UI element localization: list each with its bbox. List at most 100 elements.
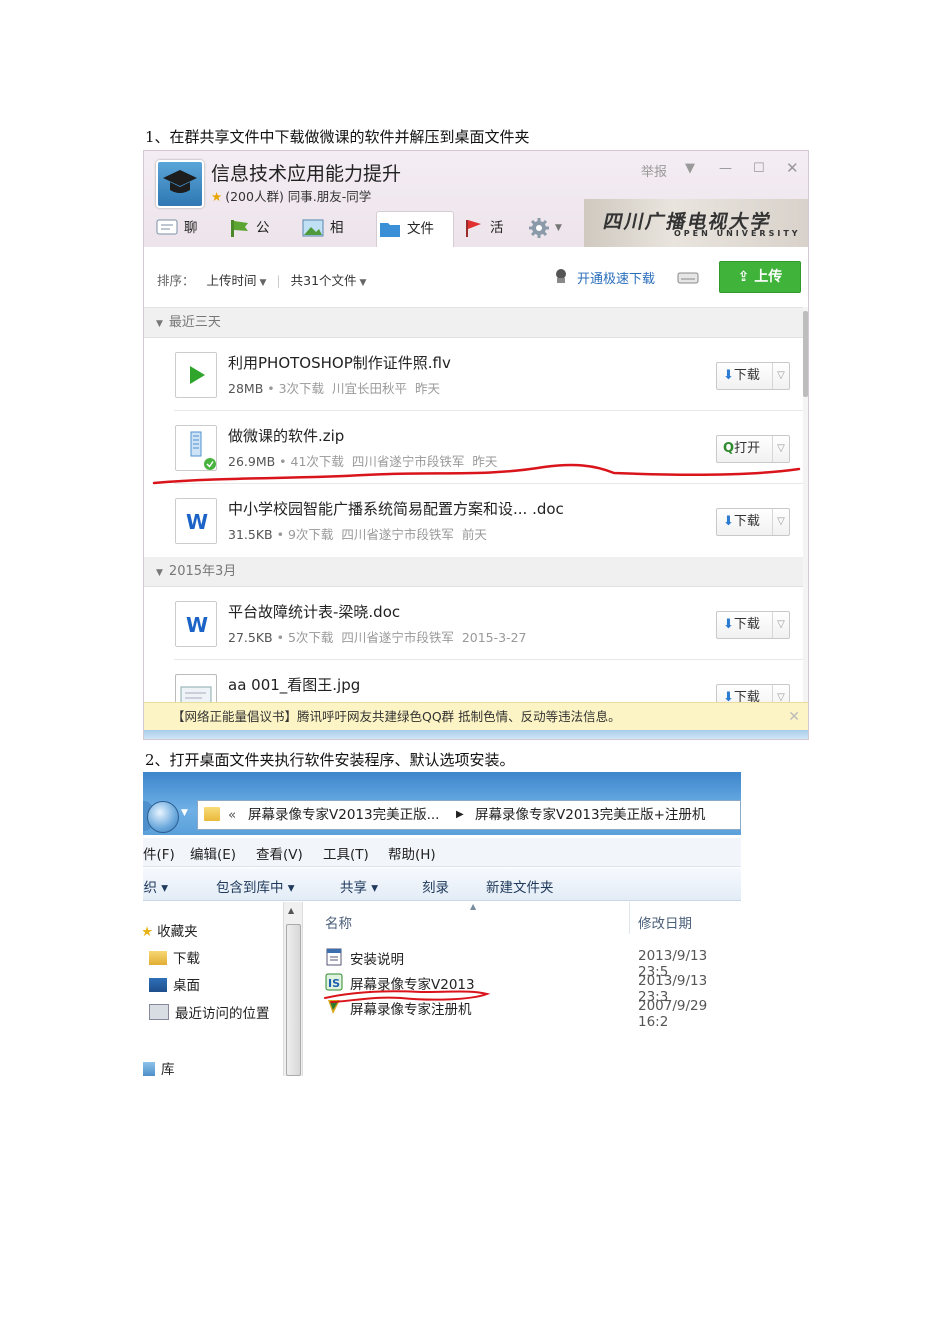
nav-scrollbar[interactable]: ▲ xyxy=(283,902,303,1076)
star-icon: ★ xyxy=(143,924,154,940)
forward-button[interactable] xyxy=(147,801,179,833)
file-name[interactable]: aa 001_看图王.jpg xyxy=(228,674,360,695)
maximize-icon[interactable]: ☐ xyxy=(753,161,765,176)
chevron-down-icon[interactable]: ▽ xyxy=(772,363,789,389)
close-icon[interactable]: ✕ xyxy=(786,159,799,177)
download-arrow-icon: ⬇ xyxy=(723,514,734,529)
download-button[interactable]: ⬇下载 ▽ xyxy=(716,508,790,536)
breadcrumb-current[interactable]: 屏幕录像专家V2013完美正版+注册机 xyxy=(475,801,705,829)
section-recent-label: 最近三天 xyxy=(168,315,221,330)
nav-desktop[interactable]: 桌面 xyxy=(149,974,200,994)
photo-icon xyxy=(302,219,324,237)
sort-ascending-icon: ▲ xyxy=(470,902,477,911)
menu-tools[interactable]: 工具(T) xyxy=(323,843,369,863)
breadcrumb-arrow-icon[interactable]: ▶ xyxy=(456,801,464,829)
close-icon[interactable]: ✕ xyxy=(788,703,800,731)
recent-pages-icon[interactable]: ▼ xyxy=(181,808,188,818)
download-button[interactable]: ⬇下载 ▽ xyxy=(716,684,790,702)
tab-files-label: 文件 xyxy=(407,221,434,237)
file-name[interactable]: 利用PHOTOSHOP制作证件照.flv xyxy=(228,352,451,373)
nav-libraries[interactable]: 库 xyxy=(143,1058,175,1076)
nav-favorites[interactable]: ★ 收藏夹 xyxy=(143,920,198,940)
upload-date: 2015-3-27 xyxy=(461,630,527,645)
new-folder-button[interactable]: 新建文件夹 xyxy=(486,876,554,896)
chevron-down-icon[interactable]: ▽ xyxy=(772,612,789,638)
red-flag-icon xyxy=(466,220,481,237)
scrollbar-thumb[interactable] xyxy=(803,311,808,397)
step1-text: 1、在群共享文件中下载做微课的软件并解压到桌面文件夹 xyxy=(145,128,530,146)
column-name-header[interactable]: 名称 xyxy=(325,912,352,932)
column-divider[interactable] xyxy=(629,902,630,934)
menu-help[interactable]: 帮助(H) xyxy=(388,843,436,863)
red-underline-annotation xyxy=(152,463,801,485)
menu-edit[interactable]: 编辑(E) xyxy=(190,843,236,863)
tab-activity[interactable]: 活动 xyxy=(460,211,504,270)
document-icon xyxy=(326,948,342,966)
file-name[interactable]: 安装说明 xyxy=(350,948,404,968)
nav-downloads[interactable]: 下载 xyxy=(149,947,200,967)
menu-file[interactable]: 件(F) xyxy=(143,843,175,863)
download-count: 3次下载 xyxy=(278,381,325,396)
section-march-label: 2015年3月 xyxy=(168,564,237,579)
section-recent[interactable]: ▼ 最近三天 xyxy=(144,308,804,338)
chevron-down-icon: ▼ xyxy=(359,278,367,288)
file-name[interactable]: 平台故障统计表-梁晓.doc xyxy=(228,601,400,622)
tab-files[interactable]: 文件 xyxy=(376,211,454,248)
group-info: ★ (200人群) 同事.朋友-同学 xyxy=(211,186,371,205)
tab-chat[interactable]: 聊天 xyxy=(154,211,198,270)
file-name[interactable]: 中小学校园智能广播系统简易配置方案和设... .doc xyxy=(228,498,564,519)
dropdown-icon[interactable]: ▼ xyxy=(685,161,695,176)
upload-button[interactable]: ⇪ 上传 xyxy=(719,261,801,293)
nav-downloads-label: 下载 xyxy=(173,951,200,967)
uploader[interactable]: 四川省遂宁市段铁军 xyxy=(341,630,454,645)
address-bar[interactable]: « 屏幕录像专家V2013完美正版... ▶ 屏幕录像专家V2013完美正版+注… xyxy=(197,800,741,830)
uploader[interactable]: 四川省遂宁市段铁军 xyxy=(341,527,454,542)
recent-places-icon xyxy=(149,1004,169,1020)
file-row[interactable]: 利用PHOTOSHOP制作证件照.flv 28MB • 3次下载 川宜长田秋平 … xyxy=(144,338,804,411)
breadcrumb-item[interactable]: 屏幕录像专家V2013完美正版... xyxy=(248,801,439,829)
notice-text[interactable]: 【网络正能量倡议书】腾讯呼吁网友共建绿色QQ群 抵制色情、反动等违法信息。 xyxy=(172,709,621,724)
nav-desktop-label: 桌面 xyxy=(173,978,200,994)
download-button[interactable]: ⬇下载 ▽ xyxy=(716,362,790,390)
minimize-icon[interactable]: — xyxy=(719,161,732,176)
sort-dropdown[interactable]: 上传时间 xyxy=(207,273,257,288)
include-in-library-button[interactable]: 包含到库中 ▾ xyxy=(216,876,295,896)
image-file-icon xyxy=(180,686,212,702)
hard-drive-icon[interactable] xyxy=(676,268,700,286)
rocket-icon xyxy=(556,269,566,283)
uploader[interactable]: 川宜长田秋平 xyxy=(332,381,407,396)
notice-bar: 【网络正能量倡议书】腾讯呼吁网友共建绿色QQ群 抵制色情、反动等违法信息。 ✕ xyxy=(144,702,808,730)
report-link[interactable]: 举报 xyxy=(641,161,667,180)
scroll-up-icon[interactable]: ▲ xyxy=(288,906,294,915)
file-list-scrollbar[interactable] xyxy=(803,307,808,719)
menu-view[interactable]: 查看(V) xyxy=(256,843,303,863)
upload-icon: ⇪ xyxy=(737,269,750,285)
group-avatar[interactable] xyxy=(156,160,204,208)
download-count: 5次下载 xyxy=(287,630,334,645)
file-row[interactable]: W 中小学校园智能广播系统简易配置方案和设... .doc 31.5KB • 9… xyxy=(144,484,804,557)
tab-notice[interactable]: 公告 xyxy=(226,211,270,270)
file-count-dropdown[interactable]: 共31个文件 xyxy=(291,273,357,288)
overflow-chevron-icon[interactable]: « xyxy=(228,801,236,829)
flag-announce-icon xyxy=(231,220,248,237)
share-button[interactable]: 共享 ▾ xyxy=(340,876,378,896)
chevron-down-icon[interactable]: ▽ xyxy=(772,685,789,702)
file-row[interactable]: aa 001_看图王.jpg ⬇下载 ▽ xyxy=(144,660,804,702)
nav-recent-places[interactable]: 最近访问的位置 xyxy=(149,1002,270,1022)
burn-button[interactable]: 刻录 xyxy=(422,876,449,896)
tab-album[interactable]: 相册 xyxy=(300,211,344,270)
file-row[interactable]: 安装说明 2013/9/13 23:5 xyxy=(325,946,735,980)
folder-icon xyxy=(380,223,400,237)
download-arrow-icon: ⬇ xyxy=(723,690,734,702)
qq-group-window: 信息技术应用能力提升 ★ (200人群) 同事.朋友-同学 举报 ▼ — ☐ ✕ … xyxy=(143,150,809,740)
chevron-down-icon[interactable]: ▽ xyxy=(772,509,789,535)
download-button[interactable]: ⬇下载 ▽ xyxy=(716,611,790,639)
scrollbar-thumb[interactable] xyxy=(286,924,301,1076)
speed-download-link[interactable]: 开通极速下载 xyxy=(577,268,655,287)
file-size: 31.5KB xyxy=(228,527,273,542)
file-name[interactable]: 做微课的软件.zip xyxy=(228,425,344,446)
file-row[interactable]: W 平台故障统计表-梁晓.doc 27.5KB • 5次下载 四川省遂宁市段铁军… xyxy=(144,587,804,660)
organize-button[interactable]: 组织 ▾ xyxy=(143,876,168,896)
column-date-header[interactable]: 修改日期 xyxy=(638,912,692,932)
section-march[interactable]: ▼ 2015年3月 xyxy=(144,557,804,587)
